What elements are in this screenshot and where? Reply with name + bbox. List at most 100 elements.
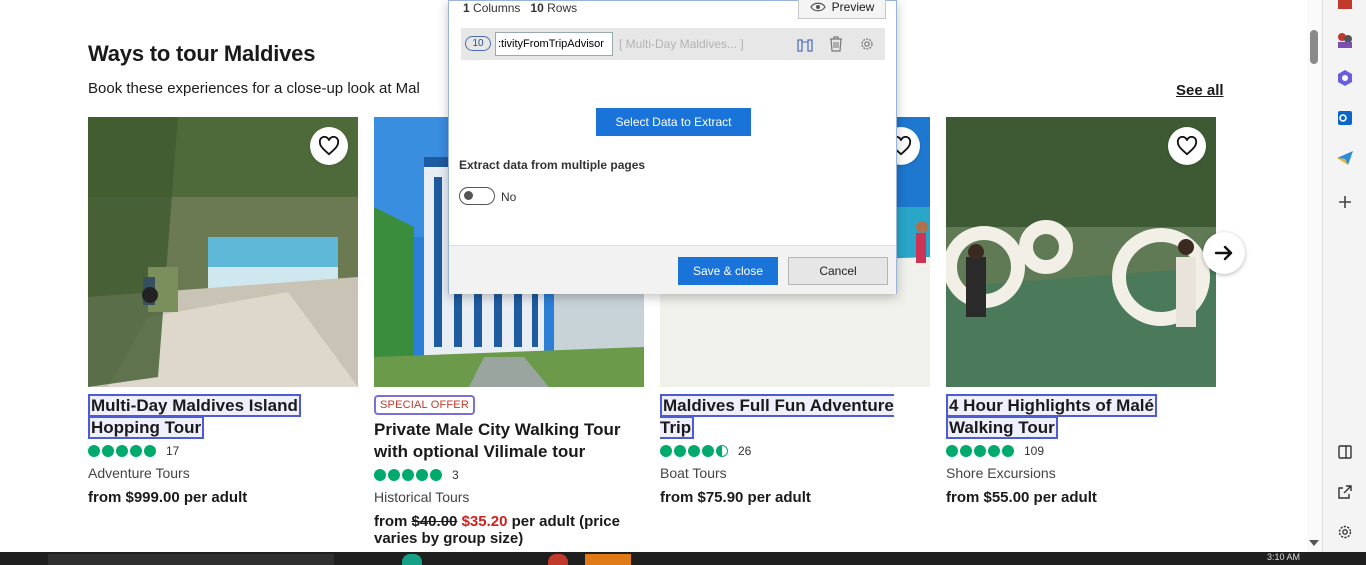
tour-price: from $55.00 per adult xyxy=(946,489,1097,506)
taskbar-app-icon[interactable] xyxy=(548,554,568,565)
people-icon[interactable] xyxy=(1335,30,1355,50)
tour-category: Shore Excursions xyxy=(946,465,1056,481)
review-count[interactable]: 17 xyxy=(166,444,179,458)
save-close-button[interactable]: Save & close xyxy=(678,257,778,285)
price-old: $40.00 xyxy=(411,513,458,530)
rating-bubble xyxy=(974,445,986,457)
preview-button[interactable]: Preview xyxy=(798,0,886,19)
outlook-icon[interactable] xyxy=(1335,108,1355,128)
price-line2: varies by group size) xyxy=(374,530,524,547)
rating-bubble xyxy=(688,445,700,457)
taskbar-search[interactable] xyxy=(48,554,334,565)
tour-photo[interactable] xyxy=(88,117,358,387)
split-screen-icon[interactable] xyxy=(1335,442,1355,462)
tour-title-line2: with optional Vilimale tour xyxy=(374,442,586,461)
review-count[interactable]: 3 xyxy=(452,468,459,482)
rating-bubble xyxy=(946,445,958,457)
rating-bubble xyxy=(88,445,100,457)
heart-icon xyxy=(1176,136,1198,156)
rating-bubble xyxy=(388,469,400,481)
field-row: 10 [ Multi-Day Maldives... ] xyxy=(461,28,885,60)
rating-bubble xyxy=(660,445,672,457)
extract-data-dialog: 1 Columns 10 Rows Preview 10 [ Multi-Day… xyxy=(448,0,897,294)
scroll-down-arrow-icon[interactable] xyxy=(1309,540,1319,546)
rating-bubble xyxy=(988,445,1000,457)
windows-taskbar: 3:10 AM xyxy=(0,552,1366,565)
field-index-badge: 10 xyxy=(465,36,491,51)
scrollbar-thumb[interactable] xyxy=(1310,30,1318,64)
toggle-value: No xyxy=(501,190,517,204)
tour-title-line1: Multi-Day Maldives Island xyxy=(88,394,301,417)
taskbar-clock[interactable]: 3:10 AM xyxy=(1267,552,1300,562)
rating-bubble xyxy=(702,445,714,457)
taskbar-app-active[interactable] xyxy=(585,554,631,565)
settings-gear-icon[interactable] xyxy=(1335,522,1355,542)
section-title: Ways to tour Maldives xyxy=(88,41,316,66)
rating-bubble xyxy=(430,469,442,481)
cancel-button[interactable]: Cancel xyxy=(788,257,888,285)
field-name-input[interactable] xyxy=(495,32,613,56)
columns-count: 1 xyxy=(463,1,470,15)
tour-price: from $999.00 per adult xyxy=(88,489,248,506)
rating-bubbles: 26 xyxy=(660,443,930,459)
tripadvisor-page: Ways to tour Maldives Book these experie… xyxy=(0,0,1310,552)
multi-page-label: Extract data from multiple pages xyxy=(459,158,646,172)
save-heart-button[interactable] xyxy=(310,127,348,165)
price-suffix: per adult (price xyxy=(507,513,620,530)
rating-bubble xyxy=(116,445,128,457)
multi-page-toggle[interactable] xyxy=(459,187,495,205)
save-heart-button[interactable] xyxy=(1168,127,1206,165)
copilot-icon[interactable] xyxy=(1335,68,1355,88)
tour-price: from $75.90 per adult xyxy=(660,489,811,506)
taskbar-app-icon[interactable] xyxy=(402,554,422,565)
review-count[interactable]: 109 xyxy=(1024,444,1044,458)
special-offer-badge: SPECIAL OFFER xyxy=(374,395,475,415)
dialog-footer: Save & close Cancel xyxy=(449,245,896,294)
rating-bubble xyxy=(102,445,114,457)
field-sample-value: [ Multi-Day Maldives... ] xyxy=(619,37,744,51)
tour-photo[interactable] xyxy=(946,117,1216,387)
price-prefix: from xyxy=(374,513,412,530)
price-new: $35.20 xyxy=(461,513,508,530)
tour-card[interactable]: Multi-Day Maldives Island Hopping Tour 1… xyxy=(88,117,358,506)
tour-title[interactable]: Multi-Day Maldives Island Hopping Tour xyxy=(88,394,358,439)
page-scrollbar[interactable] xyxy=(1307,0,1322,552)
columns-label: Columns xyxy=(473,1,521,15)
rating-bubble xyxy=(130,445,142,457)
preview-label: Preview xyxy=(831,0,875,14)
carousel-next-button[interactable] xyxy=(1203,232,1245,274)
rating-bubbles: 3 xyxy=(374,467,644,483)
tour-category: Adventure Tours xyxy=(88,465,190,481)
tour-category: Boat Tours xyxy=(660,465,727,481)
select-data-button[interactable]: Select Data to Extract xyxy=(596,108,751,136)
rating-bubble xyxy=(374,469,386,481)
column-settings-icon[interactable] xyxy=(796,35,814,53)
tour-title[interactable]: 4 Hour Highlights of Malé Walking Tour xyxy=(946,394,1216,439)
external-link-icon[interactable] xyxy=(1335,482,1355,502)
rating-bubble xyxy=(144,445,156,457)
section-subtitle: Book these experiences for a close-up lo… xyxy=(88,80,420,97)
delete-icon[interactable] xyxy=(827,35,845,53)
rating-bubble xyxy=(674,445,686,457)
see-all-link[interactable]: See all xyxy=(1176,82,1224,99)
rating-bubble xyxy=(1002,445,1014,457)
rating-bubble xyxy=(416,469,428,481)
shopping-icon[interactable] xyxy=(1335,0,1355,14)
tour-price: from $40.00 $35.20 per adult (price vari… xyxy=(374,513,644,547)
tour-title[interactable]: Private Male City Walking Tour with opti… xyxy=(374,419,644,463)
tour-title[interactable]: Maldives Full Fun Adventure Trip xyxy=(660,394,930,439)
rating-bubbles: 17 xyxy=(88,443,358,459)
dialog-meta: 1 Columns 10 Rows xyxy=(463,1,577,15)
add-icon[interactable] xyxy=(1335,192,1355,212)
tour-category: Historical Tours xyxy=(374,489,470,505)
rating-bubble xyxy=(960,445,972,457)
arrow-right-icon xyxy=(1214,245,1233,261)
rating-bubble-half xyxy=(716,445,728,457)
review-count[interactable]: 26 xyxy=(738,444,751,458)
gear-icon[interactable] xyxy=(858,35,876,53)
rating-bubbles: 109 xyxy=(946,443,1216,459)
tour-title-line2: Walking Tour xyxy=(946,416,1058,439)
tour-card[interactable]: 4 Hour Highlights of Malé Walking Tour 1… xyxy=(946,117,1216,506)
rows-label: Rows xyxy=(547,1,578,15)
send-icon[interactable] xyxy=(1335,148,1355,168)
